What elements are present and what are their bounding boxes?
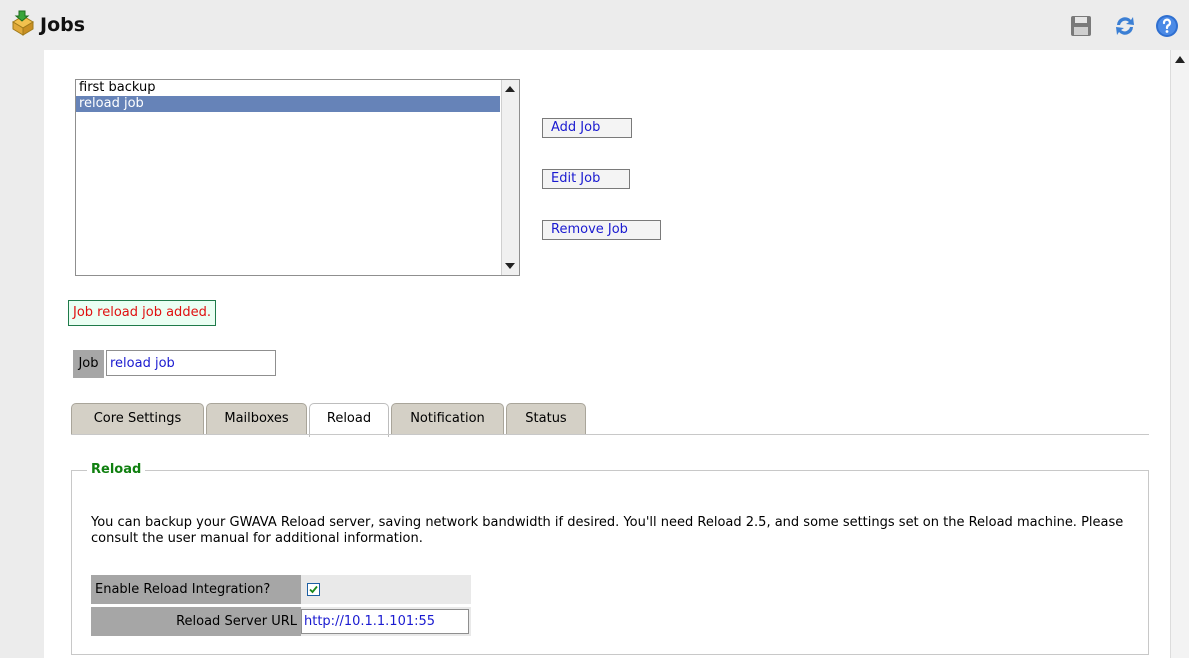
tab-reload[interactable]: Reload <box>309 403 389 437</box>
tab-core-settings[interactable]: Core Settings <box>71 403 204 435</box>
save-icon[interactable] <box>1069 14 1093 38</box>
enable-reload-label: Enable Reload Integration? <box>91 575 301 604</box>
reload-server-url-label: Reload Server URL <box>91 607 301 636</box>
scroll-up-icon[interactable] <box>1175 56 1185 63</box>
reload-server-url-input[interactable] <box>301 609 469 634</box>
list-item[interactable]: first backup <box>76 80 500 96</box>
scroll-down-icon[interactable] <box>505 263 515 269</box>
listbox-scrollbar[interactable] <box>501 80 519 275</box>
list-item[interactable]: reload job <box>76 96 500 112</box>
left-margin <box>0 50 44 658</box>
add-job-button[interactable]: Add Job <box>542 118 632 138</box>
page-title: Jobs <box>40 14 86 36</box>
check-icon <box>309 585 318 594</box>
jobs-listbox[interactable]: first backup reload job <box>75 79 520 276</box>
tab-status[interactable]: Status <box>506 403 586 435</box>
status-message: Job reload job added. <box>68 300 216 326</box>
job-name-input[interactable] <box>106 350 276 376</box>
reload-server-url-cell <box>301 607 471 636</box>
header-bar: Jobs <box>0 0 1189 50</box>
edit-job-button[interactable]: Edit Job <box>542 169 630 189</box>
remove-job-button[interactable]: Remove Job <box>542 220 661 240</box>
tab-divider <box>71 434 1149 435</box>
enable-reload-cell <box>301 575 471 604</box>
enable-reload-checkbox[interactable] <box>307 583 320 596</box>
page-scrollbar[interactable] <box>1170 50 1189 658</box>
reload-legend: Reload <box>87 462 146 477</box>
scroll-up-icon[interactable] <box>505 86 515 92</box>
help-icon[interactable] <box>1155 14 1179 38</box>
reload-description: You can backup your GWAVA Reload server,… <box>91 515 1124 546</box>
refresh-icon[interactable] <box>1113 14 1137 38</box>
jobs-icon <box>12 10 34 36</box>
job-label: Job <box>73 350 104 378</box>
tab-notification[interactable]: Notification <box>391 403 504 435</box>
tab-mailboxes[interactable]: Mailboxes <box>206 403 307 435</box>
